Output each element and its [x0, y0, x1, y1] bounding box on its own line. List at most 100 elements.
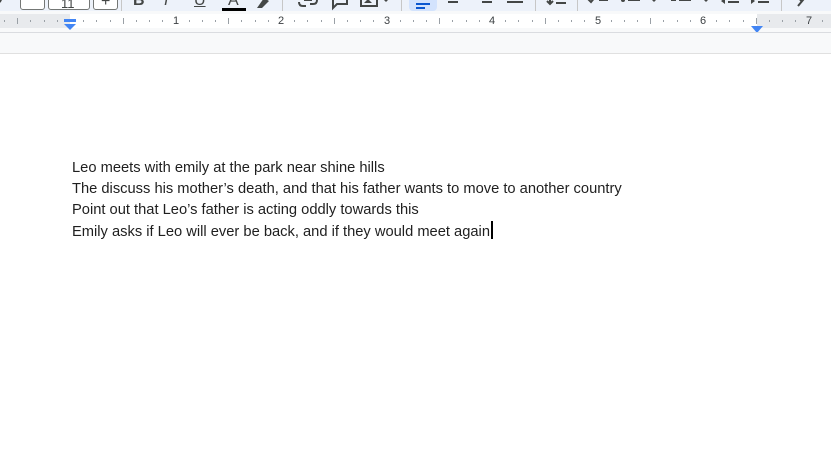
paragraph-3[interactable]: Point out that Leo’s father is acting od…: [72, 200, 622, 221]
ruler-tick: [822, 20, 823, 22]
ruler-tick: [782, 20, 783, 22]
underline-button[interactable]: U: [194, 0, 206, 10]
ruler-tick: [637, 20, 638, 22]
ruler-tick: [136, 20, 137, 22]
ruler-tick: [307, 20, 308, 22]
italic-button[interactable]: I: [164, 0, 168, 10]
highlight-icon[interactable]: [255, 0, 271, 11]
text-color-button[interactable]: A: [222, 0, 246, 11]
ruler-tick: [756, 18, 757, 24]
ruler-tick: [584, 20, 585, 22]
ruler-tick: [650, 18, 651, 24]
ruler-number: 2: [277, 15, 285, 27]
toolbar-separator: [535, 0, 536, 11]
ruler-tick: [96, 20, 97, 22]
ruler-tick: [123, 18, 124, 24]
ruler-tick: [743, 20, 744, 22]
ruler-tick: [110, 20, 111, 22]
ruler-tick: [624, 20, 625, 22]
comment-icon[interactable]: [331, 0, 349, 11]
ruler-tick: [44, 20, 45, 22]
link-icon[interactable]: [297, 0, 319, 11]
ruler-tick: [241, 20, 242, 22]
ruler-number: 1: [172, 15, 180, 27]
formatting-toolbar: ▾ 11 + B I U A: [0, 0, 831, 11]
checklist-icon[interactable]: [587, 0, 609, 11]
align-justify-icon[interactable]: [506, 0, 524, 11]
ruler-tick: [677, 20, 678, 22]
ruler-tick: [518, 20, 519, 22]
clear-formatting-icon[interactable]: [794, 0, 810, 11]
ruler-tick: [505, 20, 506, 22]
ruler-tick: [202, 20, 203, 22]
ruler-tick: [795, 20, 796, 22]
ruler-tick: [294, 20, 295, 22]
document-page[interactable]: Leo meets with emily at the park near sh…: [0, 53, 831, 474]
paragraph-2[interactable]: The discuss his mother’s death, and that…: [72, 179, 622, 200]
toolbar-separator: [401, 0, 402, 11]
line-spacing-icon[interactable]: [546, 0, 568, 11]
ruler-number: 4: [488, 15, 496, 27]
ruler-tick: [729, 20, 730, 22]
ruler-tick: [413, 20, 414, 22]
horizontal-ruler[interactable]: 1 2 3 4 5 6 7: [0, 11, 831, 37]
decrease-indent-icon[interactable]: [720, 0, 740, 11]
ruler-tick: [228, 18, 229, 24]
bold-button[interactable]: B: [133, 0, 145, 10]
bulleted-list-icon[interactable]: [620, 0, 660, 11]
toolbar-separator: [282, 0, 283, 11]
ruler-tick: [30, 20, 31, 22]
ruler-tick: [4, 20, 5, 22]
ruler-tick: [17, 18, 18, 24]
right-indent-marker[interactable]: [750, 25, 764, 35]
font-dropdown-chevron-icon[interactable]: ▾: [0, 0, 3, 10]
ruler-left-margin: [0, 14, 70, 28]
ruler-tick: [360, 20, 361, 22]
document-canvas: Leo meets with emily at the park near sh…: [0, 37, 831, 474]
ruler-tick: [149, 20, 150, 22]
ruler-tick: [545, 18, 546, 24]
paragraph-1[interactable]: Leo meets with emily at the park near sh…: [72, 158, 622, 179]
increase-indent-icon[interactable]: [750, 0, 770, 11]
ruler-tick: [452, 20, 453, 22]
ruler-tick: [373, 20, 374, 22]
ruler-tick: [663, 20, 664, 22]
ruler-tick: [690, 20, 691, 22]
first-line-indent-marker[interactable]: [63, 19, 77, 33]
ruler-bottom-border: [0, 32, 831, 33]
font-size-value: 11: [61, 0, 75, 11]
align-left-button[interactable]: [409, 0, 437, 11]
toolbar-separator: [121, 0, 122, 11]
ruler-tick: [57, 20, 58, 22]
document-body[interactable]: Leo meets with emily at the park near sh…: [72, 158, 622, 243]
paragraph-4[interactable]: Emily asks if Leo will ever be back, and…: [72, 221, 622, 243]
ruler-number: 5: [594, 15, 602, 27]
font-size-increase-button[interactable]: +: [93, 0, 118, 10]
ruler-tick: [400, 20, 401, 22]
ruler-tick: [321, 20, 322, 22]
font-size-decrease-box[interactable]: [20, 0, 45, 10]
ruler-tick: [558, 20, 559, 22]
plus-icon: +: [101, 0, 111, 10]
ruler-tick: [215, 20, 216, 22]
toolbar-separator: [577, 0, 578, 11]
ruler-tick: [255, 20, 256, 22]
ruler-tick: [189, 20, 190, 22]
insert-image-icon[interactable]: [360, 0, 392, 11]
toolbar-separator: [781, 0, 782, 11]
ruler-tick: [769, 20, 770, 22]
paragraph-4-text: Emily asks if Leo will ever be back, and…: [72, 224, 490, 240]
font-size-input[interactable]: 11: [48, 0, 90, 11]
ruler-tick: [83, 20, 84, 22]
ruler-number: 3: [383, 15, 391, 27]
ruler-tick: [268, 20, 269, 22]
numbered-list-icon[interactable]: [670, 0, 712, 11]
align-left-icon: [416, 3, 430, 9]
align-right-icon[interactable]: [475, 0, 493, 11]
align-center-icon[interactable]: [444, 0, 462, 11]
ruler-tick: [334, 18, 335, 24]
ruler-tick: [466, 20, 467, 22]
ruler-tick: [162, 20, 163, 22]
ruler-tick: [611, 20, 612, 22]
ruler-tick: [426, 20, 427, 22]
